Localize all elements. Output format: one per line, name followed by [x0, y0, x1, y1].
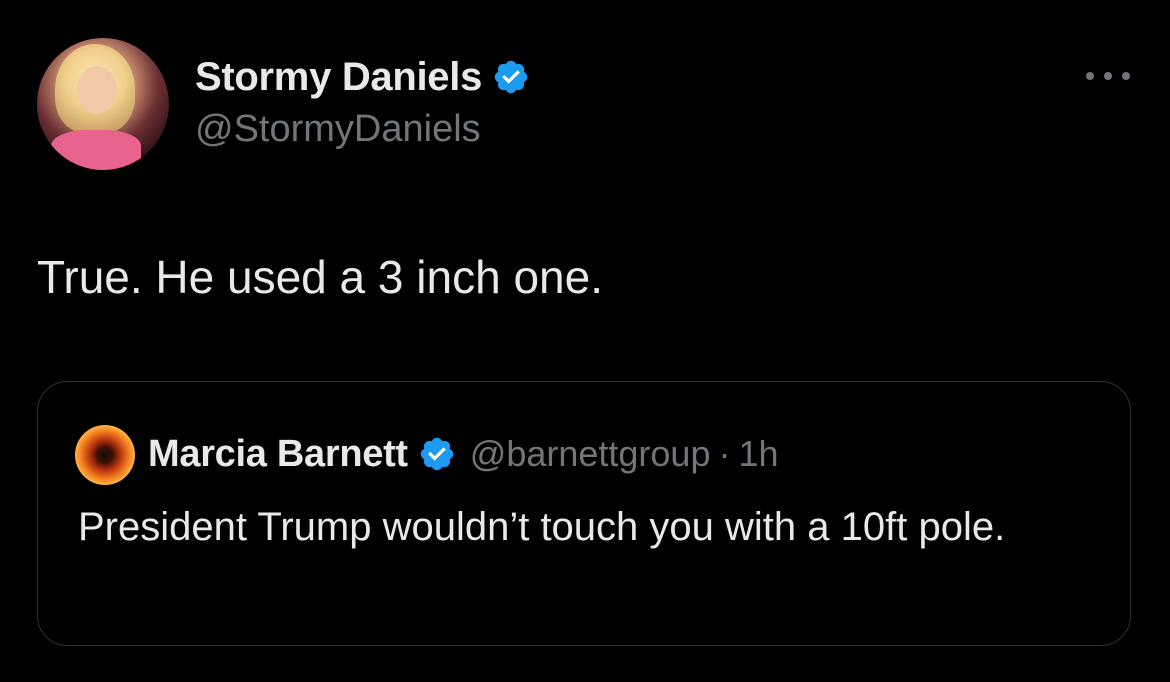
more-dot: [1086, 72, 1094, 80]
separator-dot: ·: [718, 433, 731, 474]
tweet[interactable]: Stormy Daniels @StormyDaniels True. He u…: [0, 0, 1170, 682]
quoted-author-row: Marcia Barnett @barnettgroup · 1h: [148, 427, 779, 481]
quoted-author-handle[interactable]: @barnettgroup: [470, 433, 711, 475]
avatar-clothing: [51, 130, 141, 170]
author-avatar[interactable]: [37, 38, 169, 170]
author-name-row: Stormy Daniels: [195, 52, 530, 102]
quoted-timestamp[interactable]: 1h: [738, 433, 778, 475]
author-display-name[interactable]: Stormy Daniels: [195, 55, 482, 100]
tweet-text: True. He used a 3 inch one.: [37, 251, 603, 303]
quoted-tweet[interactable]: Marcia Barnett @barnettgroup · 1h Presid…: [37, 381, 1131, 646]
more-horizontal-icon[interactable]: [1086, 66, 1130, 86]
author-handle[interactable]: @StormyDaniels: [195, 108, 481, 151]
quoted-tweet-text: President Trump wouldn’t touch you with …: [78, 505, 1006, 549]
verified-badge-icon: [494, 60, 528, 94]
more-dot: [1122, 72, 1130, 80]
more-dot: [1104, 72, 1112, 80]
avatar-face: [77, 66, 117, 114]
quoted-author-avatar[interactable]: [75, 425, 135, 485]
verified-badge-icon: [420, 437, 454, 471]
quoted-author-display-name[interactable]: Marcia Barnett: [148, 433, 408, 476]
